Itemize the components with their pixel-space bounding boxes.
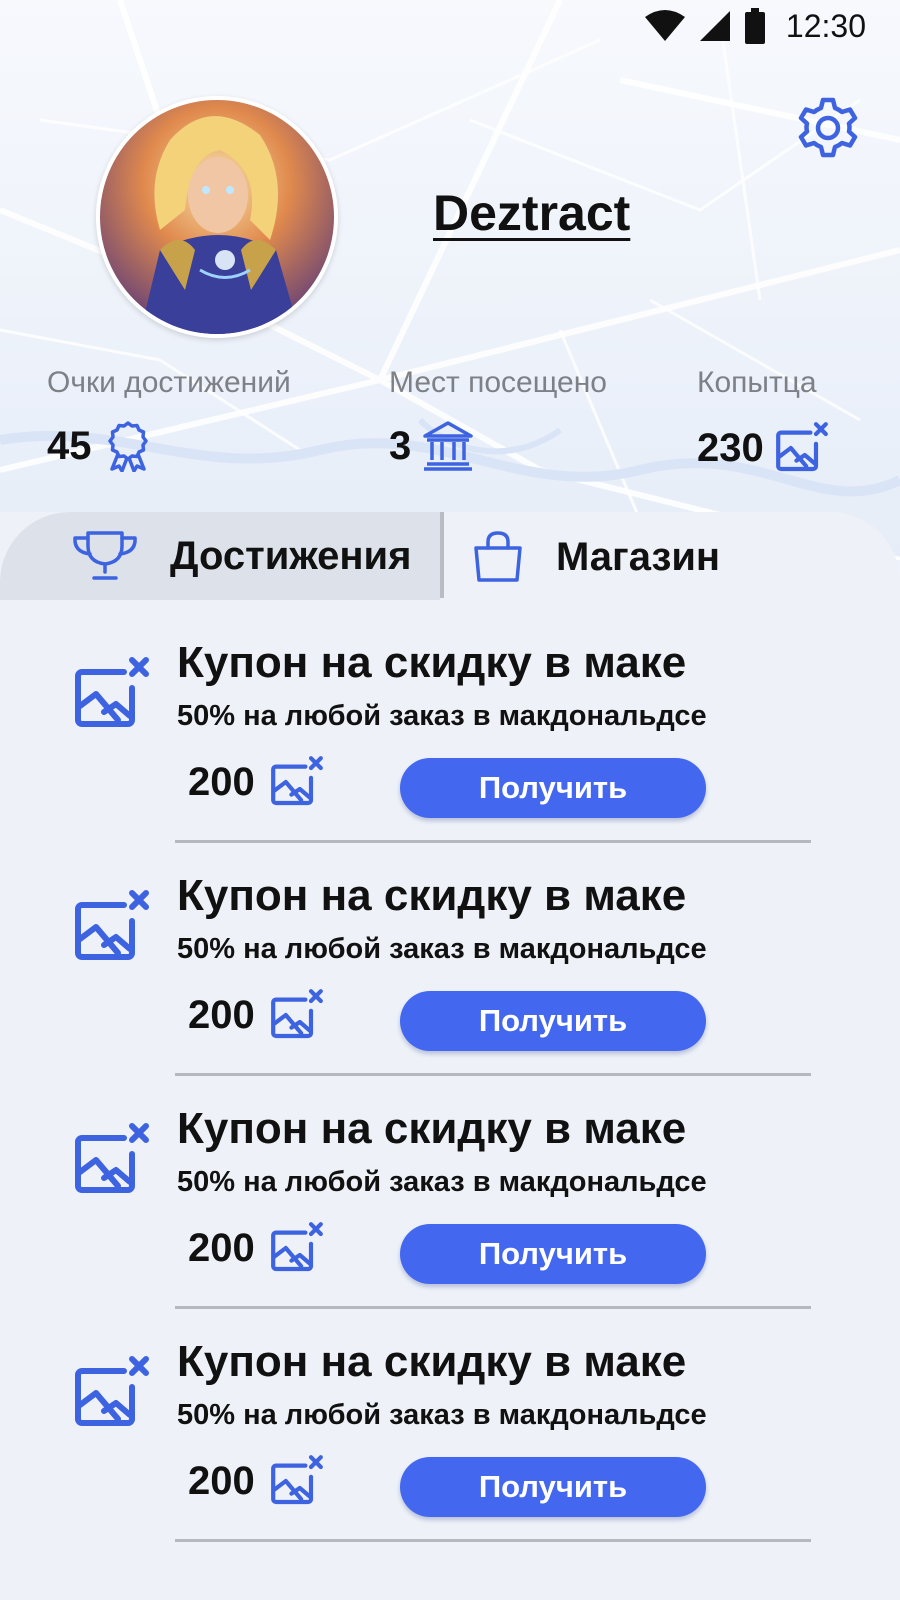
tab-achievements[interactable]: Достижения <box>70 530 411 582</box>
image-placeholder-icon <box>270 989 323 1039</box>
coupon-list: Купон на скидку в маке 50% на любой зака… <box>0 600 900 1600</box>
get-coupon-button[interactable]: Получить <box>400 1224 706 1284</box>
get-coupon-button[interactable]: Получить <box>400 991 706 1051</box>
tab-achievements-label: Достижения <box>170 533 412 578</box>
divider <box>175 1306 811 1309</box>
stat-places-visited: Мест посещено 3 <box>389 366 607 472</box>
avatar-image <box>100 100 334 334</box>
price-value: 200 <box>188 1225 255 1270</box>
price-value: 200 <box>188 1458 255 1503</box>
battery-icon <box>744 8 765 44</box>
award-ribbon-icon <box>107 421 148 472</box>
stat-label: Очки достижений <box>47 366 291 399</box>
image-placeholder-icon <box>270 1455 323 1505</box>
status-time: 12:30 <box>785 7 866 44</box>
museum-icon <box>423 421 473 471</box>
shopping-bag-icon <box>474 531 522 582</box>
coupon-price: 200 <box>188 1220 325 1276</box>
coupon-description: 50% на любой заказ в макдональдсе <box>177 1166 707 1198</box>
image-placeholder-icon <box>75 1356 149 1426</box>
stat-hooves: Копытца 230 <box>697 366 830 476</box>
trophy-icon <box>73 531 137 580</box>
image-placeholder-icon <box>75 1123 149 1193</box>
coupon-title: Купон на скидку в маке <box>177 638 687 687</box>
tab-divider <box>440 512 444 598</box>
coupon-item: Купон на скидку в маке 50% на любой зака… <box>0 1100 900 1334</box>
status-bar: 12:30 <box>0 0 900 52</box>
price-value: 200 <box>188 759 255 804</box>
image-placeholder-icon <box>75 657 149 727</box>
avatar[interactable] <box>96 96 338 338</box>
stat-value: 3 <box>389 423 412 468</box>
wifi-icon <box>644 10 685 41</box>
settings-gear-icon[interactable] <box>796 96 860 160</box>
image-placeholder-icon <box>75 890 149 960</box>
coupon-price: 200 <box>188 987 325 1043</box>
tab-shop-label: Магазин <box>556 534 721 579</box>
coupon-title: Купон на скидку в маке <box>177 871 687 920</box>
stat-value: 45 <box>47 423 92 468</box>
coupon-item: Купон на скидку в маке 50% на любой зака… <box>0 634 900 868</box>
coupon-title: Купон на скидку в маке <box>177 1104 687 1153</box>
coupon-item: Купон на скидку в маке 50% на любой зака… <box>0 1333 900 1567</box>
tab-shop[interactable]: Магазин <box>470 530 720 584</box>
coupon-description: 50% на любой заказ в макдональдсе <box>177 700 707 732</box>
divider <box>175 1539 811 1542</box>
username[interactable]: Deztract <box>433 184 630 242</box>
stat-value: 230 <box>697 425 764 470</box>
divider <box>175 840 811 843</box>
coupon-price: 200 <box>188 1453 325 1509</box>
price-value: 200 <box>188 992 255 1037</box>
stat-label: Копытца <box>697 366 817 399</box>
get-coupon-button[interactable]: Получить <box>400 758 706 818</box>
image-placeholder-icon <box>270 756 323 806</box>
coupon-item: Купон на скидку в маке 50% на любой зака… <box>0 867 900 1101</box>
coupon-description: 50% на любой заказ в макдональдсе <box>177 1399 707 1431</box>
signal-icon <box>699 11 730 41</box>
get-coupon-button[interactable]: Получить <box>400 1457 706 1517</box>
image-placeholder-icon <box>775 422 828 472</box>
divider <box>175 1073 811 1076</box>
stat-achievement-points: Очки достижений 45 <box>47 366 291 472</box>
coupon-description: 50% на любой заказ в макдональдсе <box>177 933 707 965</box>
coupon-price: 200 <box>188 754 325 810</box>
coupon-title: Купон на скидку в маке <box>177 1337 687 1386</box>
image-placeholder-icon <box>270 1222 323 1272</box>
stat-label: Мест посещено <box>389 366 607 399</box>
